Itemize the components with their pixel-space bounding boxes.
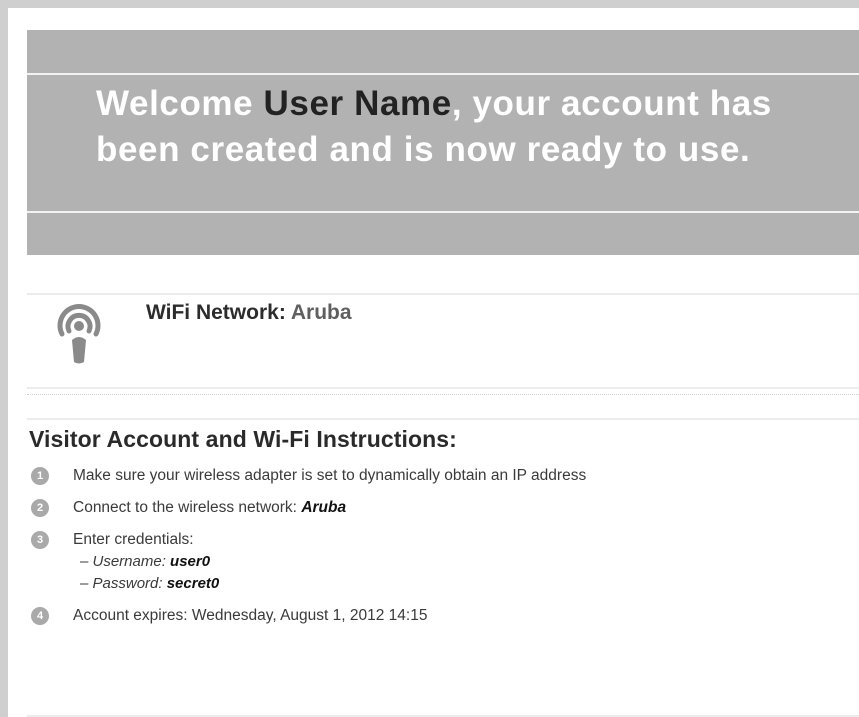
step-text: Enter credentials:	[73, 531, 194, 548]
welcome-prefix: Welcome	[96, 84, 264, 123]
password-label: – Password:	[80, 575, 167, 592]
wifi-broadcast-icon	[57, 304, 101, 364]
wifi-network-name: Aruba	[290, 301, 352, 324]
step-text: Connect to the wireless network:	[73, 499, 302, 516]
welcome-message: Welcome User Name, your account has been…	[27, 75, 859, 213]
step-text: Make sure your wireless adapter is set t…	[73, 467, 587, 484]
instruction-step-1: 1 Make sure your wireless adapter is set…	[27, 465, 859, 487]
wifi-network-title: WiFi Network: Aruba	[146, 301, 352, 325]
password-line: – Password: secret0	[73, 573, 859, 595]
network-name-value: Aruba	[301, 499, 347, 516]
instruction-step-3: 3 Enter credentials: – Username: user0 –…	[27, 529, 859, 595]
divider	[27, 387, 859, 389]
step-number-badge: 4	[31, 607, 49, 625]
username-value: user0	[170, 553, 211, 570]
content: Welcome User Name, your account has been…	[27, 30, 859, 637]
welcome-banner: Welcome User Name, your account has been…	[27, 30, 859, 255]
password-value: secret0	[166, 575, 220, 592]
step-number-badge: 1	[31, 467, 49, 485]
step-text: Account expires: Wednesday, August 1, 20…	[73, 607, 428, 624]
username-label: – Username:	[80, 553, 171, 570]
instructions-title: Visitor Account and Wi-Fi Instructions:	[29, 426, 457, 452]
banner-top-band	[27, 30, 859, 75]
instructions-section: Visitor Account and Wi-Fi Instructions: …	[27, 426, 859, 627]
wifi-network-label: WiFi Network:	[146, 301, 291, 324]
page-frame: Welcome User Name, your account has been…	[0, 0, 859, 717]
user-name: User Name	[263, 84, 452, 123]
banner-bottom-band	[27, 213, 859, 255]
step-number-badge: 3	[31, 531, 49, 549]
instruction-step-2: 2 Connect to the wireless network: Aruba	[27, 497, 859, 519]
divider	[27, 418, 859, 420]
step-number-badge: 2	[31, 499, 49, 517]
wifi-network-row: WiFi Network: Aruba	[27, 295, 859, 387]
username-line: – Username: user0	[73, 551, 859, 573]
instruction-step-4: 4 Account expires: Wednesday, August 1, …	[27, 605, 859, 627]
